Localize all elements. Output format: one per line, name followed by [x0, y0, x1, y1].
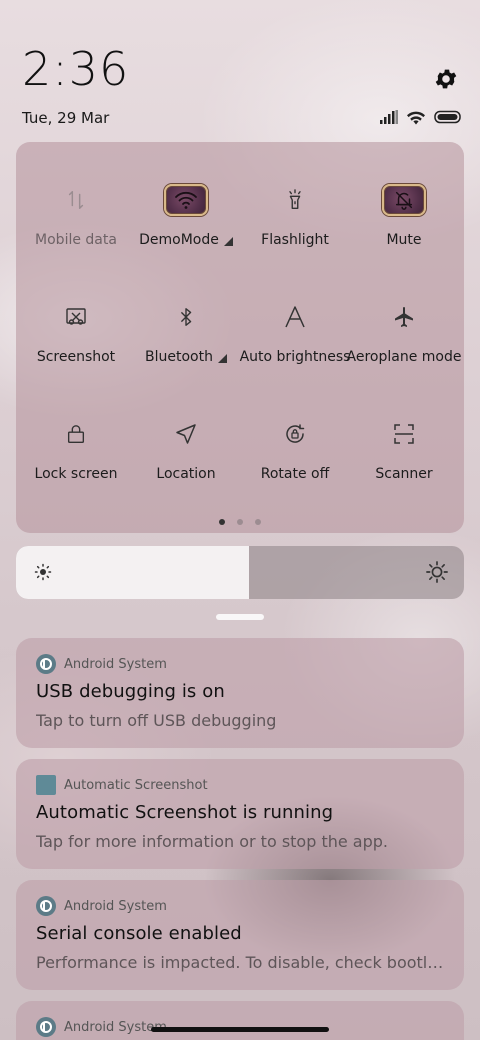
rotate-lock-icon — [286, 424, 305, 443]
tile-location[interactable]: Location — [130, 382, 242, 482]
tile-label: Rotate off — [260, 466, 330, 482]
tile-mobile-data[interactable]: Mobile data — [20, 148, 132, 248]
page-dot-2[interactable] — [237, 519, 243, 525]
brightness-high-icon — [426, 561, 448, 583]
tile-screenshot[interactable]: Screenshot — [20, 265, 132, 365]
notification-title: Automatic Screenshot is running — [36, 802, 334, 823]
status-icons — [380, 108, 462, 126]
page-dot-1[interactable] — [219, 519, 225, 525]
flashlight-icon — [289, 189, 301, 209]
notification-serial-console[interactable]: Android System Serial console enabled Pe… — [16, 880, 464, 990]
tile-label: DemoMode — [139, 232, 233, 248]
drag-handle[interactable] — [216, 614, 264, 620]
dropdown-triangle-icon — [223, 237, 233, 246]
airplane-icon — [395, 307, 413, 327]
notification-header: Android System — [36, 896, 444, 916]
signal-icon — [380, 110, 398, 124]
tile-label: Aeroplane mode — [346, 349, 462, 365]
date[interactable]: Tue, 29 Mar — [22, 109, 109, 127]
tile-label: Mobile data — [35, 232, 117, 248]
tile-mobile-data-icon-wrap — [54, 184, 98, 216]
tile-aeroplane-mode-icon-wrap — [382, 301, 426, 333]
tile-rotate-off[interactable]: Rotate off — [239, 382, 351, 482]
wifi-icon — [407, 111, 425, 124]
tile-label: Scanner — [375, 466, 433, 482]
tile-bluetooth-icon-wrap — [164, 301, 208, 333]
tile-scanner-icon-wrap — [382, 418, 426, 450]
tile-mute[interactable]: Mute — [348, 148, 460, 248]
tile-bluetooth[interactable]: Bluetooth — [130, 265, 242, 365]
tile-label: Screenshot — [36, 349, 116, 365]
screenshot-icon — [66, 308, 86, 325]
tile-auto-brightness[interactable]: Auto brightness — [239, 265, 351, 365]
tile-label-text: DemoMode — [139, 232, 219, 248]
tile-auto-brightness-icon-wrap — [273, 301, 317, 333]
tile-lock-screen-icon-wrap — [54, 418, 98, 450]
notification-text: Tap to turn off USB debugging — [36, 711, 277, 730]
page-indicator — [0, 519, 480, 525]
notification-android-system[interactable]: Android System — [16, 1001, 464, 1040]
tile-demomode[interactable]: DemoMode — [130, 148, 242, 248]
notification-text: Tap for more information or to stop the … — [36, 832, 389, 851]
settings-gear-icon[interactable] — [433, 66, 459, 92]
tile-flashlight-icon-wrap — [273, 184, 317, 216]
notification-usb-debugging[interactable]: Android System USB debugging is on Tap t… — [16, 638, 464, 748]
tile-rotate-off-icon-wrap — [273, 418, 317, 450]
location-icon — [176, 424, 196, 444]
tile-screenshot-icon-wrap — [54, 301, 98, 333]
bell-off-icon — [395, 191, 413, 210]
tile-mute-icon-wrap — [382, 184, 426, 216]
notification-automatic-screenshot[interactable]: Automatic Screenshot Automatic Screensho… — [16, 759, 464, 869]
tile-label: Auto brightness — [239, 349, 351, 365]
home-indicator[interactable] — [151, 1027, 329, 1032]
clock[interactable]: 2:36 — [22, 46, 129, 92]
wifi-icon — [175, 191, 197, 209]
tile-location-icon-wrap — [164, 418, 208, 450]
tile-flashlight[interactable]: Flashlight — [239, 148, 351, 248]
auto-brightness-icon — [285, 306, 305, 328]
notification-text: Performance is impacted. To disable, che… — [36, 953, 444, 972]
tile-aeroplane-mode[interactable]: Aeroplane mode — [346, 265, 462, 365]
tile-label: Bluetooth — [145, 349, 227, 365]
notification-title: USB debugging is on — [36, 681, 225, 702]
brightness-slider[interactable] — [16, 546, 464, 599]
app-name: Android System — [64, 656, 167, 672]
tile-label: Lock screen — [34, 466, 118, 482]
tile-label: Mute — [386, 232, 422, 248]
android-system-icon — [36, 1017, 56, 1037]
notification-header: Android System — [36, 654, 444, 674]
lock-icon — [67, 425, 85, 443]
android-system-icon — [36, 896, 56, 916]
battery-icon — [434, 110, 461, 124]
dropdown-triangle-icon — [217, 354, 227, 363]
page-dot-3[interactable] — [255, 519, 261, 525]
app-name: Automatic Screenshot — [64, 777, 208, 793]
automatic-screenshot-icon — [36, 775, 56, 795]
tile-label-text: Bluetooth — [145, 349, 213, 365]
tile-lock-screen[interactable]: Lock screen — [20, 382, 132, 482]
tile-label: Location — [156, 466, 216, 482]
tile-demomode-icon-wrap — [164, 184, 208, 216]
android-system-icon — [36, 654, 56, 674]
notification-title: Serial console enabled — [36, 923, 242, 944]
tile-label: Flashlight — [261, 232, 329, 248]
scanner-icon — [394, 424, 414, 444]
notification-header: Automatic Screenshot — [36, 775, 444, 795]
bluetooth-icon — [180, 308, 192, 326]
mobile-data-icon — [68, 191, 84, 209]
tile-scanner[interactable]: Scanner — [348, 382, 460, 482]
app-name: Android System — [64, 898, 167, 914]
brightness-low-icon — [34, 563, 52, 581]
